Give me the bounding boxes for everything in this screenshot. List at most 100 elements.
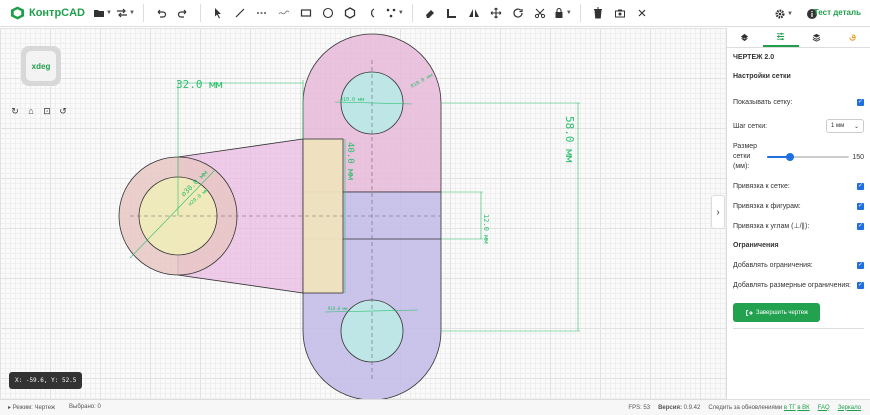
redo-icon xyxy=(177,9,187,18)
snap-angles-checkbox[interactable]: ✓ xyxy=(857,222,864,230)
snap-grid-label: Привязка к сетке: xyxy=(733,182,790,190)
faq-link[interactable]: FAQ xyxy=(818,405,830,411)
move-tool-button[interactable] xyxy=(487,3,505,23)
show-grid-label: Показывать сетку: xyxy=(733,98,793,106)
follow-updates: Следить за обновлениями в ТГ в ВК xyxy=(708,404,810,411)
snap-shapes-row: Привязка к фигурам: ✓ xyxy=(733,196,864,216)
show-grid-row: Показывать сетку: ✓ xyxy=(733,92,864,112)
undo-icon xyxy=(157,9,166,18)
tab-layers[interactable] xyxy=(727,28,763,47)
redo-button[interactable] xyxy=(174,3,192,23)
view-controls: ↻ ⌂ ⊡ ↺ xyxy=(8,104,70,118)
view-cube-face[interactable]: xdeg xyxy=(26,51,56,81)
finish-drawing-label: Завершить чертеж xyxy=(755,309,809,316)
fillet-tool-button[interactable] xyxy=(443,3,461,23)
dim-58-label: 58.0 мм xyxy=(563,116,576,163)
rotate-tool-button[interactable] xyxy=(509,3,527,23)
add-dim-constraints-label: Добавлять размерные ограничения: xyxy=(733,281,851,289)
view-cube[interactable]: xdeg xyxy=(21,46,61,86)
tab-settings[interactable] xyxy=(762,28,799,47)
sketch-drawing[interactable]: 32.0 мм 58.0 мм 40.0 мм 12.0 мм ⌀10.0 мм… xyxy=(0,28,726,399)
cursor-coordinates: X: -59.6, Y: 52.5 xyxy=(9,372,83,389)
dashed-line-tool-button[interactable] xyxy=(253,3,271,23)
add-dim-constraints-row: Добавлять размерные ограничения: ✓ xyxy=(733,275,864,295)
mirror-link[interactable]: Зеркало xyxy=(838,405,861,411)
dim-bottom-label: R10.0 мм xyxy=(328,306,348,311)
points-menu-button[interactable]: ▼ xyxy=(385,3,404,23)
sliders-icon xyxy=(777,32,785,41)
show-grid-checkbox[interactable]: ✓ xyxy=(857,98,864,106)
selected-status: Выбрано: 0 xyxy=(69,404,101,410)
snap-shapes-checkbox[interactable]: ✓ xyxy=(857,202,864,210)
home-view-icon[interactable]: ⌂ xyxy=(24,104,38,118)
camera-icon xyxy=(614,9,625,18)
tab-stack[interactable] xyxy=(799,28,835,47)
circle-tool-button[interactable] xyxy=(319,3,337,23)
settings-menu-button[interactable]: ▼ xyxy=(774,4,793,24)
rotate-icon xyxy=(513,8,523,18)
layers-icon xyxy=(741,33,749,42)
dashed-line-icon xyxy=(256,12,267,14)
panel-collapse-handle[interactable]: › xyxy=(711,195,725,229)
grid-step-select[interactable]: 1 мм ⌄ xyxy=(826,119,864,133)
grid-size-slider[interactable] xyxy=(767,152,850,162)
close-icon xyxy=(638,9,646,17)
rectangle-icon xyxy=(300,9,312,17)
circle-icon xyxy=(322,7,333,19)
toolbar-separator xyxy=(199,4,201,22)
spline-tool-button[interactable] xyxy=(275,3,293,23)
cube-logo-icon xyxy=(10,6,25,20)
folder-icon xyxy=(94,10,104,17)
slider-thumb[interactable] xyxy=(785,153,794,161)
snap-angles-label: Привязка к углам (⊥/∥): xyxy=(733,223,810,230)
polygon-tool-button[interactable] xyxy=(341,3,359,23)
folder-menu-button[interactable]: ▼ xyxy=(93,3,112,23)
panel-body: ЧЕРТЕЖ 2.0 Настройки сетки Показывать се… xyxy=(727,48,870,329)
finish-drawing-button[interactable]: Завершить чертеж xyxy=(733,303,820,322)
mirror-icon xyxy=(468,9,479,17)
snap-shapes-label: Привязка к фигурам: xyxy=(733,202,801,210)
swap-icon xyxy=(116,8,127,18)
bottom-hole-circle xyxy=(340,299,404,363)
grid-step-value: 1 мм xyxy=(831,123,845,129)
delete-button[interactable] xyxy=(589,3,607,23)
rectangle-tool-button[interactable] xyxy=(297,3,315,23)
line-tool-button[interactable] xyxy=(231,3,249,23)
mirror-tool-button[interactable] xyxy=(465,3,483,23)
toolbar-separator xyxy=(142,4,144,22)
vk-link[interactable]: в ВК xyxy=(797,405,809,411)
eraser-icon xyxy=(425,10,434,18)
properties-panel: ЧЕРТЕЖ 2.0 Настройки сетки Показывать се… xyxy=(726,28,870,399)
telegram-link[interactable]: в ТГ xyxy=(784,405,796,411)
line-icon xyxy=(235,8,245,18)
exit-icon xyxy=(746,309,753,316)
swap-menu-button[interactable]: ▼ xyxy=(116,3,135,23)
drawing-canvas[interactable]: 32.0 мм 58.0 мм 40.0 мм 12.0 мм ⌀10.0 мм… xyxy=(0,28,726,399)
stack-icon xyxy=(812,33,821,42)
screenshot-button[interactable] xyxy=(611,3,629,23)
fps-status: FPS: 53 xyxy=(628,404,651,411)
reset-view-icon[interactable]: ↺ xyxy=(56,104,70,118)
lock-menu-button[interactable]: ▼ xyxy=(553,3,572,23)
snap-grid-checkbox[interactable]: ✓ xyxy=(857,182,864,190)
panel-tabs xyxy=(727,28,870,48)
arc-tool-button[interactable] xyxy=(363,3,381,23)
chevron-down-icon: ⌄ xyxy=(853,123,859,130)
mode-status: ▸ Режим: Чертеж xyxy=(8,405,56,411)
fit-view-icon[interactable]: ⊡ xyxy=(40,104,54,118)
version-status: Версия: 0.9.42 xyxy=(658,404,701,411)
arc-icon xyxy=(370,8,375,18)
refresh-view-icon[interactable]: ↻ xyxy=(8,104,22,118)
project-name-link[interactable]: Тест деталь xyxy=(814,8,861,17)
tab-history[interactable] xyxy=(834,28,870,47)
undo-button[interactable] xyxy=(152,3,170,23)
close-drawing-button[interactable] xyxy=(633,3,651,23)
polygon-icon xyxy=(344,7,356,19)
pointer-tool-button[interactable] xyxy=(209,3,227,23)
add-constraints-checkbox[interactable]: ✓ xyxy=(857,261,864,269)
add-dim-constraints-checkbox[interactable]: ✓ xyxy=(857,281,864,289)
move-icon xyxy=(490,7,502,19)
toolbar-separator xyxy=(579,4,581,22)
trim-tool-button[interactable] xyxy=(531,3,549,23)
eraser-tool-button[interactable] xyxy=(421,3,439,23)
